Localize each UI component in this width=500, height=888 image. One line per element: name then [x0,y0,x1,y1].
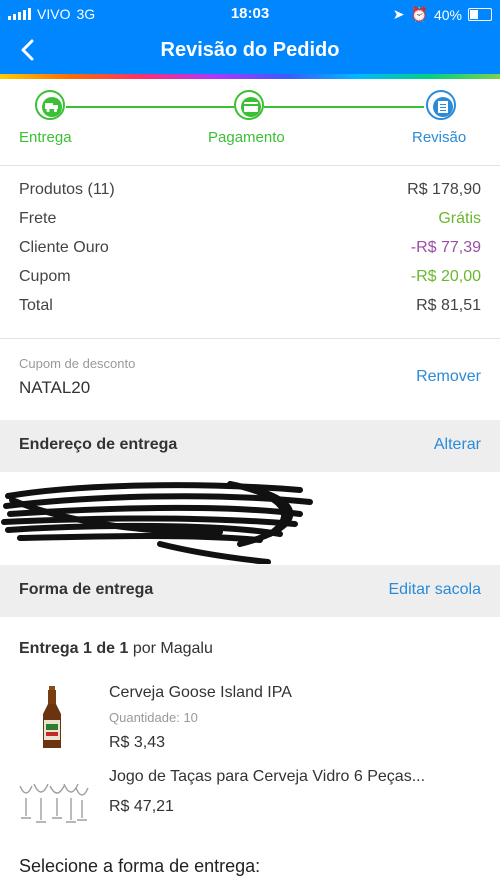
card-icon [244,102,258,112]
product-quantity: Quantidade: 10 [109,710,198,725]
battery-percent: 40% [433,6,462,23]
remove-coupon-button[interactable]: Remover [416,368,481,386]
summary-label: Total [19,297,53,314]
address-section-title: Endereço de entrega [19,436,178,453]
stepper-line [66,106,234,108]
summary-label: Cliente Ouro [19,239,109,256]
summary-row-frete: Frete Grátis [19,210,481,228]
summary-row-total: Total R$ 81,51 [19,297,481,315]
edit-bag-button[interactable]: Editar sacola [389,581,482,599]
battery-icon [468,8,492,21]
coupon-label: Cupom de desconto [19,356,136,371]
delivery-section-header: Forma de entrega Editar sacola [0,565,500,617]
summary-row-cliente-ouro: Cliente Ouro -R$ 77,39 [19,239,481,257]
page-title: Revisão do Pedido [160,39,340,61]
product-name: Cerveja Goose Island IPA [109,684,292,701]
summary-value: -R$ 77,39 [410,239,481,256]
step-pagamento[interactable] [234,90,264,120]
glasses-image [19,783,89,823]
address-redacted [0,474,500,565]
delivery-count: Entrega 1 de 1 por Magalu [19,640,213,658]
checkout-stepper: Entrega Pagamento Revisão [0,79,500,165]
app-header: Revisão do Pedido [0,28,500,74]
coupon-code: NATAL20 [19,378,91,397]
change-address-button[interactable]: Alterar [434,436,481,454]
step-label-pagamento: Pagamento [208,129,285,146]
address-section-header: Endereço de entrega Alterar [0,420,500,472]
summary-value: R$ 81,51 [416,297,481,314]
divider [0,338,500,339]
product-price: R$ 47,21 [109,798,174,815]
step-label-revisao: Revisão [412,129,467,146]
delivery-count-label: Entrega 1 de 1 [19,640,129,657]
stepper-line [264,106,424,108]
product-name: Jogo de Taças para Cerveja Vidro 6 Peças… [109,768,426,785]
summary-label: Produtos (11) [19,181,115,198]
step-entrega[interactable] [35,90,65,120]
step-label-entrega: Entrega [19,129,72,146]
summary-value: Grátis [438,210,481,227]
summary-value: -R$ 20,00 [410,268,481,285]
summary-value: R$ 178,90 [407,181,481,198]
beer-bottle-image [43,686,61,748]
delivery-section-title: Forma de entrega [19,581,154,598]
delivery-seller: por Magalu [128,640,213,657]
divider [0,165,500,166]
step-revisao[interactable] [426,90,456,120]
location-icon: ➤ [392,6,405,22]
redaction-scribble [1,481,313,565]
product-item[interactable]: Cerveja Goose Island IPA Quantidade: 10 … [0,684,500,754]
summary-label: Cupom [19,268,71,285]
summary-label: Frete [19,210,57,227]
status-bar: VIVO 3G 18:03 ➤ ⏰ 40% [0,0,500,28]
truck-icon [45,103,58,113]
select-delivery-title: Selecione a forma de entrega: [19,856,261,876]
summary-row-cupom: Cupom -R$ 20,00 [19,268,481,286]
product-price: R$ 3,43 [109,734,166,751]
alarm-icon: ⏰ [410,6,428,22]
product-item[interactable]: Jogo de Taças para Cerveja Vidro 6 Peças… [0,768,500,828]
document-icon [438,101,448,113]
summary-row-produtos: Produtos (11) R$ 178,90 [19,181,481,199]
